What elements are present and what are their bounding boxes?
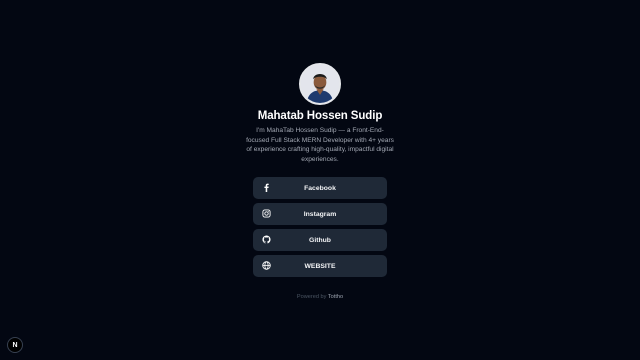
tottho-brand-link[interactable]: Tottho: [328, 294, 343, 300]
instagram-icon: [262, 209, 271, 218]
facebook-link-label: Facebook: [304, 184, 336, 192]
link-list: Facebook Instagram Github WEBSITE: [253, 177, 387, 277]
website-link-label: WEBSITE: [304, 262, 336, 270]
avatar: [299, 63, 341, 105]
powered-by-text: Powered by: [296, 294, 327, 300]
avatar-image: [301, 65, 339, 103]
powered-by-footer: Powered by Tottho: [297, 294, 343, 300]
github-icon: [262, 235, 271, 244]
website-link-button[interactable]: WEBSITE: [253, 255, 387, 277]
profile-bio: I'm MahaTab Hossen Sudip — a Front-End-f…: [246, 127, 394, 163]
nextjs-icon[interactable]: N: [7, 337, 23, 353]
instagram-link-label: Instagram: [303, 210, 337, 218]
facebook-icon: [262, 183, 271, 192]
instagram-link-button[interactable]: Instagram: [253, 203, 387, 225]
nextjs-letter: N: [12, 341, 18, 349]
facebook-link-button[interactable]: Facebook: [253, 177, 387, 199]
globe-icon: [262, 261, 271, 270]
github-link-label: Github: [309, 236, 331, 244]
github-link-button[interactable]: Github: [253, 229, 387, 251]
profile-card: Mahatab Hossen Sudip I'm MahaTab Hossen …: [0, 0, 640, 300]
profile-name: Mahatab Hossen Sudip: [257, 110, 383, 122]
